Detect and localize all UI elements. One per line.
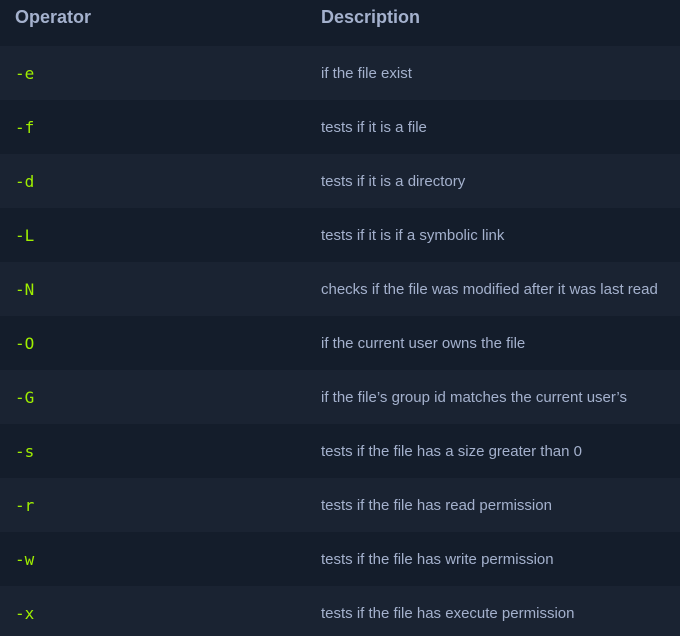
description-cell: tests if the file has execute permission [321, 604, 575, 622]
table-row: -d tests if it is a directory [0, 154, 680, 208]
description-cell: if the file exist [321, 64, 412, 82]
description-cell: tests if the file has write permission [321, 550, 554, 568]
description-cell: if the current user owns the file [321, 334, 526, 352]
table-row: -f tests if it is a file [0, 100, 680, 154]
operator-cell: -s [15, 441, 35, 461]
operator-cell: -G [15, 387, 35, 407]
operators-table: Operator Description -e if the file exis… [0, 0, 680, 636]
description-cell: if the file’s group id matches the curre… [321, 388, 627, 406]
operator-cell: -e [15, 63, 35, 83]
operator-cell: -f [15, 117, 35, 137]
operator-cell: -L [15, 225, 35, 245]
header-description: Description [321, 7, 421, 27]
operator-cell: -r [15, 495, 35, 515]
table-row: -O if the current user owns the file [0, 316, 680, 370]
table-row: -N checks if the file was modified after… [0, 262, 680, 316]
operator-cell: -x [15, 603, 35, 623]
table-row: -L tests if it is if a symbolic link [0, 208, 680, 262]
table-row: -r tests if the file has read permission [0, 478, 680, 532]
description-cell: tests if it is if a symbolic link [321, 226, 505, 244]
description-cell: tests if the file has read permission [321, 496, 552, 514]
operator-cell: -d [15, 171, 35, 191]
table-row: -e if the file exist [0, 46, 680, 100]
description-cell: tests if the file has a size greater tha… [321, 442, 582, 460]
table-row: -G if the file’s group id matches the cu… [0, 370, 680, 424]
description-cell: checks if the file was modified after it… [321, 280, 658, 298]
operator-cell: -w [15, 549, 35, 569]
table-header: Operator Description [0, 0, 680, 46]
description-cell: tests if it is a file [321, 118, 427, 136]
table-row: -w tests if the file has write permissio… [0, 532, 680, 586]
table-row: -s tests if the file has a size greater … [0, 424, 680, 478]
operator-cell: -O [15, 333, 35, 353]
header-operator: Operator [15, 7, 92, 27]
operator-cell: -N [15, 279, 35, 299]
description-cell: tests if it is a directory [321, 172, 466, 190]
table-row: -x tests if the file has execute permiss… [0, 586, 680, 636]
